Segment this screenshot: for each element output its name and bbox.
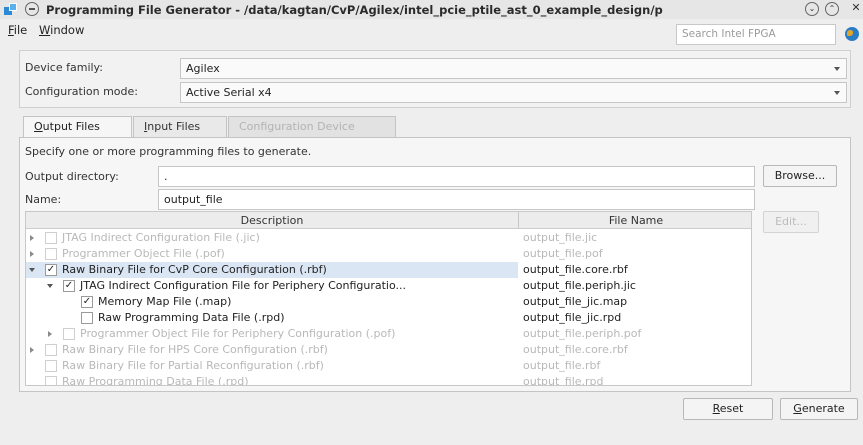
name-input[interactable]: output_file: [158, 189, 755, 210]
row-file-name: output_file.pof: [523, 247, 603, 260]
table-row[interactable]: ✓ JTAG Indirect Configuration File for Pe…: [26, 278, 751, 294]
table-row[interactable]: Raw Binary File for HPS Core Configurati…: [26, 342, 751, 358]
row-file-name: output_file.periph.pof: [523, 327, 642, 340]
collapsed-arrow-icon[interactable]: [30, 235, 34, 241]
row-description: JTAG Indirect Configuration File for Per…: [80, 279, 407, 292]
collapsed-arrow-icon[interactable]: [30, 347, 34, 353]
menu-window[interactable]: Window: [39, 23, 84, 37]
minimize-button[interactable]: ⌄: [805, 2, 819, 16]
title-bar: Programming File Generator - /data/kagta…: [0, 0, 863, 19]
description-cell: Programmer Object File for Periphery Con…: [26, 326, 518, 342]
expanded-arrow-icon[interactable]: [47, 284, 53, 288]
row-checkbox[interactable]: [45, 360, 57, 372]
config-mode-label: Configuration mode:: [25, 85, 138, 98]
expanded-arrow-icon[interactable]: [29, 268, 35, 272]
description-cell: Raw Binary File for HPS Core Configurati…: [26, 342, 518, 358]
row-checkbox[interactable]: [45, 248, 57, 260]
app-icon: [4, 2, 20, 16]
browse-button[interactable]: Browse...: [763, 165, 837, 187]
collapsed-arrow-icon[interactable]: [30, 251, 34, 257]
table-row[interactable]: JTAG Indirect Configuration File (.jic) o…: [26, 230, 751, 246]
close-button[interactable]: ✕: [849, 2, 863, 16]
device-family-value: Agilex: [186, 62, 220, 75]
table-row[interactable]: Programmer Object File for Periphery Con…: [26, 326, 751, 342]
description-cell: ✓ Memory Map File (.map): [26, 294, 518, 310]
row-description: Programmer Object File for Periphery Con…: [80, 327, 396, 340]
row-checkbox[interactable]: ✓: [81, 296, 93, 308]
collapsed-arrow-icon[interactable]: [48, 331, 52, 337]
description-cell: ✓ JTAG Indirect Configuration File for Pe…: [26, 278, 518, 294]
chevron-down-icon: [834, 67, 840, 71]
table-row[interactable]: Programmer Object File (.pof) output_file…: [26, 246, 751, 262]
chevron-down-icon: [834, 91, 840, 95]
row-checkbox[interactable]: [63, 328, 75, 340]
row-checkbox[interactable]: [45, 232, 57, 244]
reset-button[interactable]: Reset: [683, 398, 773, 420]
row-file-name: output_file.periph.jic: [523, 279, 636, 292]
row-description: Raw Programming Data File (.rpd): [98, 311, 285, 324]
row-description: JTAG Indirect Configuration File (.jic): [62, 231, 260, 244]
row-file-name: output_file.rbf: [523, 359, 601, 372]
row-file-name: output_file.jic: [523, 231, 598, 244]
description-cell: Programmer Object File (.pof): [26, 246, 518, 262]
row-description: Raw Binary File for CvP Core Configurati…: [62, 263, 327, 276]
row-description: Raw Programming Data File (.rpd): [62, 375, 249, 386]
instruction-text: Specify one or more programming files to…: [25, 145, 312, 158]
tab-output-files[interactable]: Output Files: [23, 116, 132, 138]
row-file-name: output_file.rpd: [523, 375, 604, 386]
row-description: Raw Binary File for Partial Reconfigurat…: [62, 359, 324, 372]
config-mode-value: Active Serial x4: [186, 86, 272, 99]
device-family-combo[interactable]: Agilex: [180, 58, 847, 79]
description-cell: Raw Programming Data File (.rpd): [26, 374, 518, 386]
table-header: Description File Name: [26, 212, 751, 229]
output-files-table[interactable]: Description File Name JTAG Indirect Conf…: [25, 211, 752, 386]
description-cell: ✓ Raw Binary File for CvP Core Configurat…: [26, 262, 518, 278]
row-checkbox[interactable]: ✓: [45, 264, 57, 276]
window-menu-icon[interactable]: [25, 2, 39, 16]
table-row[interactable]: Raw Programming Data File (.rpd) output_f…: [26, 374, 751, 386]
description-cell: Raw Binary File for Partial Reconfigurat…: [26, 358, 518, 374]
column-description[interactable]: Description: [26, 214, 518, 227]
output-directory-input[interactable]: .: [158, 166, 755, 187]
name-label: Name:: [25, 193, 62, 206]
window-title: Programming File Generator - /data/kagta…: [46, 3, 663, 17]
table-row[interactable]: ✓ Memory Map File (.map) output_file_jic.m…: [26, 294, 751, 310]
output-directory-label: Output directory:: [25, 170, 119, 183]
row-checkbox[interactable]: [45, 376, 57, 385]
edit-button[interactable]: Edit...: [763, 211, 819, 233]
row-checkbox[interactable]: ✓: [63, 280, 75, 292]
row-file-name: output_file.core.rbf: [523, 343, 628, 356]
row-description: Memory Map File (.map): [98, 295, 232, 308]
table-row[interactable]: ✓ Raw Binary File for CvP Core Configurat…: [26, 262, 751, 278]
table-row[interactable]: Raw Programming Data File (.rpd) output_f…: [26, 310, 751, 326]
generate-button[interactable]: Generate: [780, 398, 858, 420]
search-input[interactable]: Search Intel FPGA: [676, 24, 836, 45]
description-cell: Raw Programming Data File (.rpd): [26, 310, 518, 326]
row-description: Programmer Object File (.pof): [62, 247, 225, 260]
row-checkbox[interactable]: [45, 344, 57, 356]
config-mode-combo[interactable]: Active Serial x4: [180, 82, 847, 103]
menu-file[interactable]: File: [8, 23, 27, 37]
row-file-name: output_file_jic.map: [523, 295, 628, 308]
maximize-button[interactable]: ⌃: [825, 2, 839, 16]
table-row[interactable]: Raw Binary File for Partial Reconfigurat…: [26, 358, 751, 374]
row-file-name: output_file_jic.rpd: [523, 311, 622, 324]
column-file-name[interactable]: File Name: [519, 214, 751, 227]
tab-configuration-device[interactable]: Configuration Device: [228, 116, 396, 137]
globe-icon[interactable]: [845, 27, 859, 41]
row-file-name: output_file.core.rbf: [523, 263, 628, 276]
device-family-label: Device family:: [25, 61, 103, 74]
row-description: Raw Binary File for HPS Core Configurati…: [62, 343, 328, 356]
description-cell: JTAG Indirect Configuration File (.jic): [26, 230, 518, 246]
tab-input-files[interactable]: Input Files: [133, 116, 227, 137]
row-checkbox[interactable]: [81, 312, 93, 324]
